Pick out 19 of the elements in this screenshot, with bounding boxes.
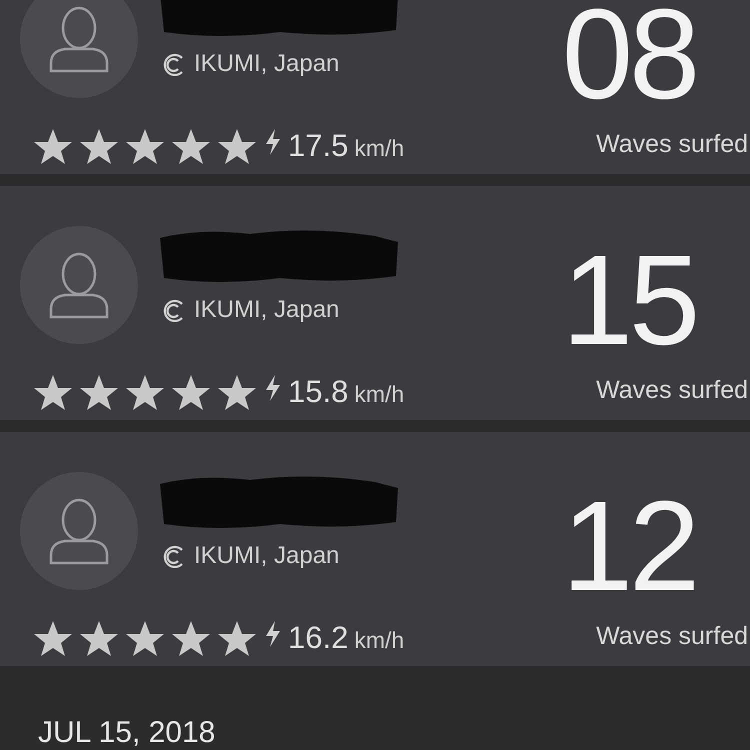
speed-value: 15.8 [288,374,348,410]
speed-value: 17.5 [288,128,348,164]
waves-count: 08 [562,8,696,103]
lightning-icon [264,128,282,156]
waves-label: Waves surfed [596,130,748,159]
location-text: IKUMI, Japan [194,296,340,324]
waves-count: 15 [562,254,696,349]
waves-label: Waves surfed [596,622,748,651]
location-text: IKUMI, Japan [194,50,340,78]
waves-label: Waves surfed [596,376,748,405]
lightning-icon [264,374,282,402]
location-text: IKUMI, Japan [194,542,340,570]
lightning-icon [264,620,282,648]
waves-count: 12 [562,500,696,595]
speed-unit: km/h [354,381,404,408]
speed-value: 16.2 [288,620,348,656]
speed-unit: km/h [354,135,404,162]
speed-unit: km/h [354,627,404,654]
date-header: JUL 15, 2018 [38,716,216,749]
